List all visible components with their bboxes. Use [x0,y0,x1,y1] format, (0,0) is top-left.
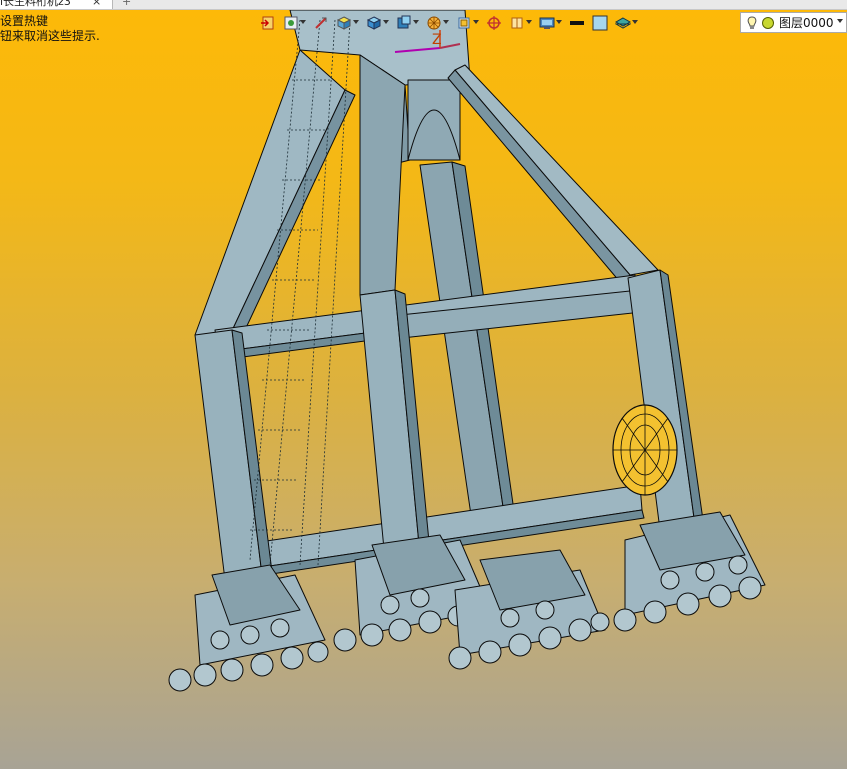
zoom-window-icon [427,16,441,30]
section-view-button[interactable] [394,13,419,33]
cube-view-button[interactable] [364,13,389,33]
display-icon [539,17,555,29]
document-tab-title: i长生料桁机z3 [0,0,71,8]
display-button[interactable] [537,13,562,33]
fill-color-icon [592,15,608,31]
shaded-cube-button[interactable] [334,13,359,33]
exit-sketch-button[interactable] [258,13,278,33]
exit-sketch-icon [261,16,274,30]
crane-model[interactable]: Z [0,10,847,769]
lightbulb-icon[interactable] [745,15,759,31]
layer-status-dot-icon[interactable] [761,16,775,30]
coordinate-button[interactable] [454,13,479,33]
layer-selector[interactable]: 图层0000 [740,12,847,33]
hint-line-2: 钮来取消这些提示. [0,29,100,43]
view-settings-icon [284,16,298,30]
leg-center-upper [359,54,406,296]
coordinate-icon [458,17,470,29]
line-color-button[interactable] [567,13,587,33]
layers-button[interactable] [613,13,638,33]
dimension-button[interactable] [507,13,532,33]
hint-text: 设置热键 钮来取消这些提示. [0,14,100,44]
layers-icon [615,17,631,29]
fill-color-button[interactable] [590,13,610,33]
cad-application: i长生料桁机z3 × + Z 设置热键 钮来取消这些提示. 图层0000 [0,0,847,769]
grid-icon [487,16,501,30]
leg-left-upper [194,49,346,336]
view-settings-button[interactable] [281,13,306,33]
view-toolbar [258,11,643,35]
zoom-window-button[interactable] [424,13,449,33]
hint-line-1: 设置热键 [0,14,49,28]
grid-button[interactable] [484,13,504,33]
layer-name: 图层0000 [779,16,834,30]
line-color-icon [570,21,584,25]
dimension-icon [511,17,523,29]
render-style-icon [315,17,327,29]
render-style-button[interactable] [311,13,331,33]
shaded-cube-icon [336,16,352,30]
new-tab-icon[interactable]: + [122,0,131,9]
document-tab-bar: i长生料桁机z3 × + [0,0,847,10]
cube-view-icon [366,16,382,30]
close-tab-icon[interactable]: × [92,0,101,9]
section-view-icon [397,15,411,29]
chevron-down-icon[interactable] [837,19,843,23]
leg-right-upper [454,64,659,276]
